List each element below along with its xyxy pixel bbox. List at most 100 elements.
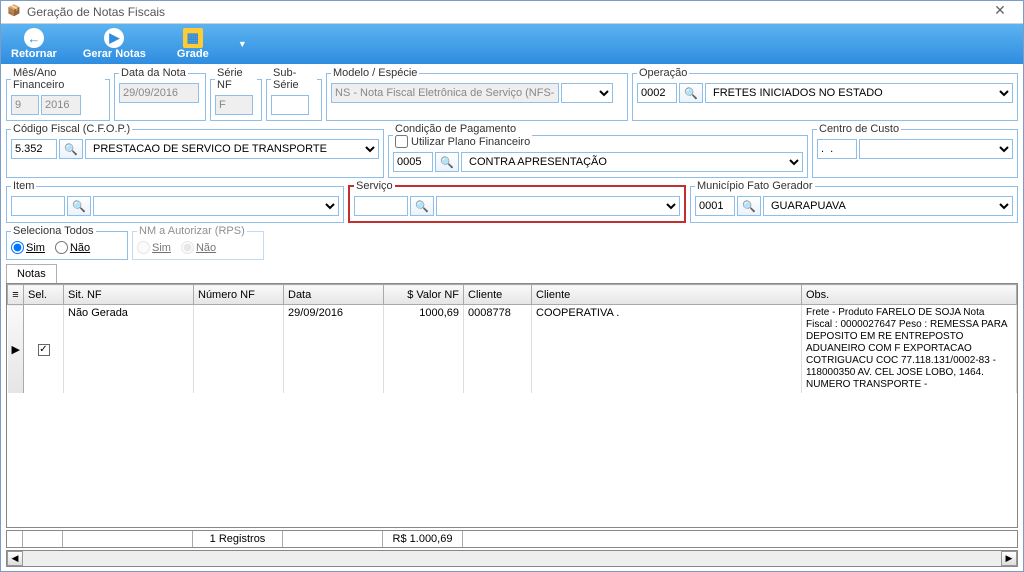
cfop-lookup-button[interactable]: 🔍	[59, 139, 83, 159]
generate-icon: ▶	[104, 28, 124, 48]
operacao-group: Operação 🔍 FRETES INICIADOS NO ESTADO	[632, 67, 1018, 121]
checkbox-icon[interactable]: ✓	[38, 344, 50, 356]
item-code-input[interactable]	[11, 196, 65, 216]
nm-aut-nao: Não	[181, 241, 216, 254]
footer-total: R$ 1.000,69	[383, 531, 463, 547]
centro-custo-code-input[interactable]	[817, 139, 857, 159]
cond-pag-label: Condição de Pagamento	[395, 123, 516, 135]
grade-label: Grade	[177, 48, 209, 60]
grid-icon: ▦	[183, 28, 203, 48]
window-title: Geração de Notas Fiscais	[27, 5, 983, 19]
scroll-right-icon[interactable]: ▶	[1001, 551, 1017, 566]
header-obs[interactable]: Obs.	[802, 285, 1017, 305]
cell-valor: 1000,69	[384, 305, 464, 394]
servico-code-input[interactable]	[354, 196, 408, 216]
item-desc-select[interactable]	[93, 196, 339, 216]
centro-custo-label: Centro de Custo	[817, 123, 901, 135]
cell-sel[interactable]: ✓	[24, 305, 64, 394]
municipio-group: Município Fato Gerador 🔍 GUARAPUAVA	[690, 180, 1018, 223]
grid-header: ≡ Sel. Sit. NF Número NF Data $ Valor NF…	[8, 285, 1017, 305]
header-sit[interactable]: Sit. NF	[64, 285, 194, 305]
municipio-lookup-button[interactable]: 🔍	[737, 196, 761, 216]
toolbar: ← Retornar ▶ Gerar Notas ▦ Grade ▼	[1, 24, 1023, 64]
centro-custo-desc-select[interactable]	[859, 139, 1013, 159]
header-numero[interactable]: Número NF	[194, 285, 284, 305]
mes-input	[11, 95, 39, 115]
sel-todos-sim[interactable]: Sim	[11, 241, 45, 254]
header-indicator[interactable]: ≡	[8, 285, 24, 305]
tab-bar: Notas	[6, 264, 1018, 283]
operacao-desc-select[interactable]: FRETES INICIADOS NO ESTADO	[705, 83, 1013, 103]
cond-pag-lookup-button[interactable]: 🔍	[435, 152, 459, 172]
tab-notas[interactable]: Notas	[6, 264, 57, 283]
servico-lookup-button[interactable]: 🔍	[410, 196, 434, 216]
cfop-group: Código Fiscal (C.F.O.P.) 🔍 PRESTACAO DE …	[6, 123, 384, 178]
data-nota-group: Data da Nota	[114, 67, 206, 121]
serie-label: Série NF	[215, 67, 257, 91]
cond-pag-legend: Condição de Pagamento Utilizar Plano Fin…	[393, 123, 532, 148]
grid-footer: 1 Registros R$ 1.000,69	[6, 530, 1018, 548]
footer-registros: 1 Registros	[193, 531, 283, 547]
sel-todos-nao[interactable]: Não	[55, 241, 90, 254]
grid: ≡ Sel. Sit. NF Número NF Data $ Valor NF…	[6, 283, 1018, 528]
header-cliente-nome[interactable]: Cliente	[532, 285, 802, 305]
operacao-code-input[interactable]	[637, 83, 677, 103]
search-icon: 🔍	[415, 200, 429, 213]
header-sel[interactable]: Sel.	[24, 285, 64, 305]
table-row[interactable]: ▶ ✓ Não Gerada 29/09/2016 1000,69 000877…	[8, 305, 1017, 394]
scroll-left-icon[interactable]: ◀	[7, 551, 23, 566]
app-icon: 📦	[7, 4, 23, 20]
modelo-group: Modelo / Espécie	[326, 67, 628, 121]
municipio-code-input[interactable]	[695, 196, 735, 216]
cell-numero	[194, 305, 284, 394]
grade-button[interactable]: ▦ Grade	[166, 26, 220, 62]
app-window: 📦 Geração de Notas Fiscais ✕ ← Retornar …	[0, 0, 1024, 572]
serie-group: Série NF	[210, 67, 262, 121]
cond-pag-desc-select[interactable]: CONTRA APRESENTAÇÃO	[461, 152, 803, 172]
cell-data: 29/09/2016	[284, 305, 384, 394]
search-icon: 🔍	[72, 200, 86, 213]
cell-cliente-cod: 0008778	[464, 305, 532, 394]
grid-table: ≡ Sel. Sit. NF Número NF Data $ Valor NF…	[7, 284, 1017, 393]
item-group: Item 🔍	[6, 180, 344, 223]
plano-fin-check[interactable]: Utilizar Plano Financeiro	[395, 135, 530, 148]
retornar-button[interactable]: ← Retornar	[5, 26, 63, 62]
servico-desc-select[interactable]	[436, 196, 680, 216]
municipio-label: Município Fato Gerador	[695, 180, 815, 192]
municipio-desc-select[interactable]: GUARAPUAVA	[763, 196, 1013, 216]
data-nota-label: Data da Nota	[119, 67, 188, 79]
item-lookup-button[interactable]: 🔍	[67, 196, 91, 216]
horizontal-scrollbar[interactable]: ◀ ▶	[6, 550, 1018, 567]
plano-fin-checkbox[interactable]	[395, 135, 408, 148]
cell-obs: Frete - Produto FARELO DE SOJA Nota Fisc…	[802, 305, 1017, 394]
header-cliente-cod[interactable]: Cliente	[464, 285, 532, 305]
cfop-label: Código Fiscal (C.F.O.P.)	[11, 123, 132, 135]
search-icon: 🔍	[64, 143, 78, 156]
nm-autorizar-label: NM a Autorizar (RPS)	[137, 225, 247, 237]
seleciona-todos-label: Seleciona Todos	[11, 225, 96, 237]
modelo-aux-select[interactable]	[561, 83, 613, 103]
cfop-desc-select[interactable]: PRESTACAO DE SERVICO DE TRANSPORTE	[85, 139, 379, 159]
subserie-group: Sub-Série	[266, 67, 322, 121]
serie-input	[215, 95, 253, 115]
header-valor[interactable]: $ Valor NF	[384, 285, 464, 305]
operacao-label: Operação	[637, 67, 689, 79]
modelo-input	[331, 83, 559, 103]
operacao-lookup-button[interactable]: 🔍	[679, 83, 703, 103]
cell-sit: Não Gerada	[64, 305, 194, 394]
header-data[interactable]: Data	[284, 285, 384, 305]
search-icon: 🔍	[742, 200, 756, 213]
nm-aut-sim: Sim	[137, 241, 171, 254]
cond-pag-code-input[interactable]	[393, 152, 433, 172]
ano-input	[41, 95, 81, 115]
seleciona-todos-group: Seleciona Todos Sim Não	[6, 225, 128, 260]
mes-ano-group: Mês/Ano Financeiro	[6, 67, 110, 121]
subserie-input[interactable]	[271, 95, 309, 115]
toolbar-dropdown-icon[interactable]: ▼	[234, 39, 251, 49]
mes-ano-label: Mês/Ano Financeiro	[11, 67, 105, 91]
plano-fin-label: Utilizar Plano Financeiro	[411, 136, 530, 148]
gerar-notas-button[interactable]: ▶ Gerar Notas	[77, 26, 152, 62]
close-icon[interactable]: ✕	[983, 2, 1017, 22]
cfop-code-input[interactable]	[11, 139, 57, 159]
row-indicator-icon: ▶	[8, 305, 24, 394]
